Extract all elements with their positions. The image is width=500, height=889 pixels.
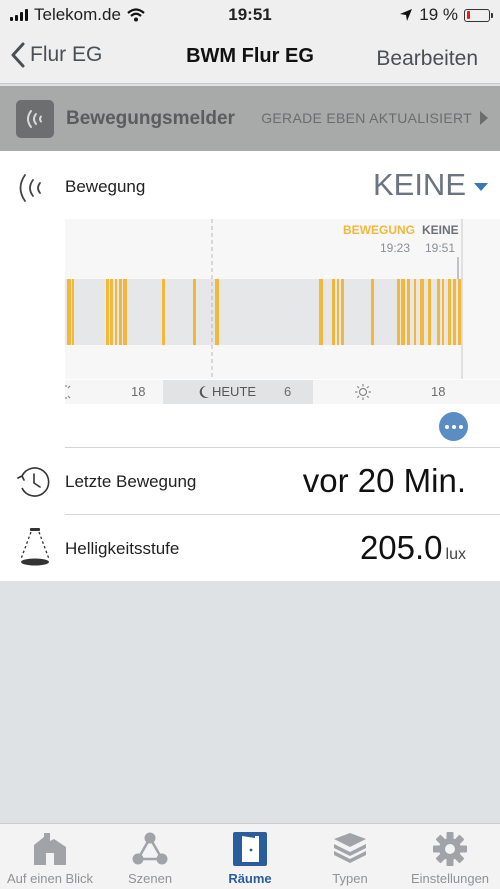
- motion-waves-icon: [16, 99, 54, 138]
- more-options-button[interactable]: [439, 412, 468, 441]
- motion-waves-icon: [19, 174, 41, 202]
- motion-bar: [106, 279, 109, 345]
- axis-label-heute: HEUTE: [212, 384, 257, 399]
- tab-overview[interactable]: Auf einen Blick: [0, 824, 100, 889]
- battery-percent: 19 %: [419, 5, 458, 24]
- motion-bar: [428, 279, 431, 345]
- motion-bar: [215, 279, 219, 345]
- motion-bar: [162, 279, 165, 345]
- last-motion-label: Letzte Bewegung: [65, 472, 197, 491]
- disclosure-arrow-icon: [480, 111, 488, 125]
- moon-icon: [199, 385, 209, 398]
- motion-bar: [448, 279, 451, 345]
- motion-bar: [341, 279, 344, 345]
- motion-bar: [407, 279, 410, 345]
- tab-rooms[interactable]: Räume: [200, 824, 300, 889]
- motion-bar: [401, 279, 405, 345]
- device-status: GERADE EBEN AKTUALISIERT: [261, 110, 488, 126]
- motion-bar: [458, 279, 461, 345]
- tab-label: Szenen: [127, 871, 173, 886]
- motion-bar: [453, 279, 456, 345]
- ellipsis-dot: [444, 424, 449, 429]
- sensor-card: Bewegung KEINE BEWEGUNG KEINE 19:23 19:5…: [0, 151, 500, 581]
- battery-fill: [466, 11, 471, 19]
- motion-bar: [319, 279, 323, 345]
- legend-motion: BEWEGUNG: [343, 223, 415, 237]
- motion-bar: [371, 279, 374, 345]
- tab-label: Einstellungen: [410, 871, 490, 886]
- sun-icon: [65, 385, 71, 399]
- dropdown-triangle-icon: [474, 183, 488, 191]
- timeline-axis[interactable]: 18 HEUTE 6 18: [65, 380, 500, 404]
- door-icon: [230, 829, 270, 869]
- tab-types[interactable]: Typen: [300, 824, 400, 889]
- motion-timeline[interactable]: BEWEGUNG KEINE 19:23 19:51: [65, 219, 500, 405]
- battery-icon: [464, 8, 493, 22]
- ellipsis-dot: [451, 424, 456, 429]
- motion-bar: [110, 279, 113, 345]
- sun-icon: [355, 384, 371, 400]
- motion-bar: [193, 279, 196, 345]
- tab-label: Räume: [228, 871, 272, 886]
- motion-state-dropdown[interactable]: KEINE: [373, 167, 488, 203]
- scenes-icon: [130, 829, 170, 869]
- legend-motion-time: 19:23: [380, 241, 411, 255]
- clock-history-icon: [17, 467, 50, 497]
- motion-state-value: KEINE: [372, 167, 466, 202]
- motion-bar: [337, 279, 339, 345]
- legend-none: KEINE: [422, 223, 459, 237]
- motion-bar: [420, 279, 424, 345]
- divider: [65, 447, 500, 448]
- navigation-bar: Flur EG BWM Flur EG Bearbeiten: [0, 30, 500, 84]
- motion-bar: [115, 279, 117, 345]
- location-arrow-icon: [400, 9, 413, 21]
- axis-label-18-left: 18: [131, 384, 146, 399]
- axis-label-6: 6: [284, 384, 292, 399]
- brightness-unit: lux: [445, 546, 466, 563]
- axis-label-18-right: 18: [431, 384, 446, 399]
- motion-bar: [442, 279, 444, 345]
- motion-bar: [397, 279, 400, 345]
- brightness-value: 205.0 lux: [360, 529, 466, 567]
- brightness-number: 205.0: [359, 529, 443, 566]
- ellipsis-dot: [458, 424, 463, 429]
- lamp-light-icon: [20, 528, 50, 566]
- device-name: Bewegungsmelder: [66, 107, 235, 129]
- legend-none-time: 19:51: [425, 241, 456, 255]
- device-status-text: GERADE EBEN AKTUALISIERT: [261, 110, 472, 126]
- gear-icon: [430, 829, 470, 869]
- motion-label: Bewegung: [65, 177, 146, 196]
- house-icon: [30, 829, 70, 869]
- motion-bar: [414, 279, 416, 345]
- motion-bar: [67, 279, 71, 345]
- status-right: 19 %: [399, 5, 493, 25]
- tab-settings[interactable]: Einstellungen: [400, 824, 500, 889]
- motion-bar: [123, 279, 127, 345]
- edit-button[interactable]: Bearbeiten: [376, 47, 478, 71]
- motion-bar: [332, 279, 335, 345]
- device-header[interactable]: Bewegungsmelder GERADE EBEN AKTUALISIERT: [0, 86, 500, 151]
- motion-bar: [119, 279, 122, 345]
- tab-bar: Auf einen Blick Szenen Räume Typen Einst…: [0, 823, 500, 889]
- layers-icon: [330, 829, 370, 869]
- tab-label: Typen: [332, 871, 368, 886]
- motion-bar: [72, 279, 74, 345]
- tab-label: Auf einen Blick: [7, 871, 93, 886]
- divider: [65, 514, 500, 515]
- status-bar: Telekom.de 19:51 19 %: [0, 0, 500, 30]
- motion-bar: [437, 279, 440, 345]
- last-motion-value: vor 20 Min.: [302, 462, 466, 499]
- brightness-label: Helligkeitsstufe: [65, 539, 180, 558]
- tab-scenes[interactable]: Szenen: [100, 824, 200, 889]
